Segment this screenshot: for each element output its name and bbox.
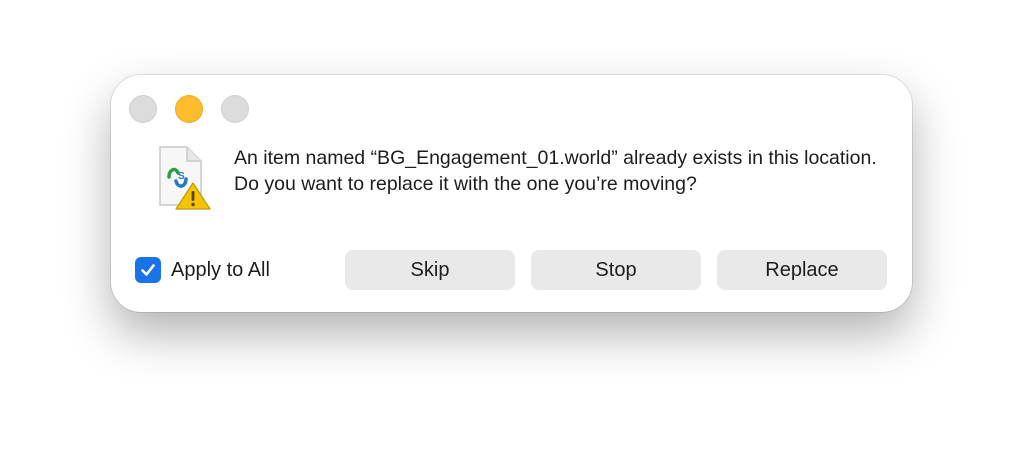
apply-to-all-checkbox[interactable]: Apply to All — [135, 257, 270, 283]
document-warning-icon: S — [155, 145, 213, 213]
skip-button[interactable]: Skip — [345, 250, 515, 290]
replace-item-dialog: S An item named “BG_Engagement_01.world”… — [111, 75, 912, 312]
dialog-footer: Apply to All Skip Stop Replace — [135, 250, 888, 290]
dialog-message: An item named “BG_Engagement_01.world” a… — [234, 147, 877, 195]
checkbox-checked-icon[interactable] — [135, 257, 161, 283]
zoom-icon[interactable] — [221, 95, 249, 123]
replace-button[interactable]: Replace — [717, 250, 887, 290]
minimize-icon[interactable] — [175, 95, 203, 123]
svg-text:S: S — [178, 171, 185, 182]
window-controls — [129, 95, 249, 123]
apply-to-all-label: Apply to All — [171, 258, 270, 281]
close-icon[interactable] — [129, 95, 157, 123]
stop-button[interactable]: Stop — [531, 250, 701, 290]
